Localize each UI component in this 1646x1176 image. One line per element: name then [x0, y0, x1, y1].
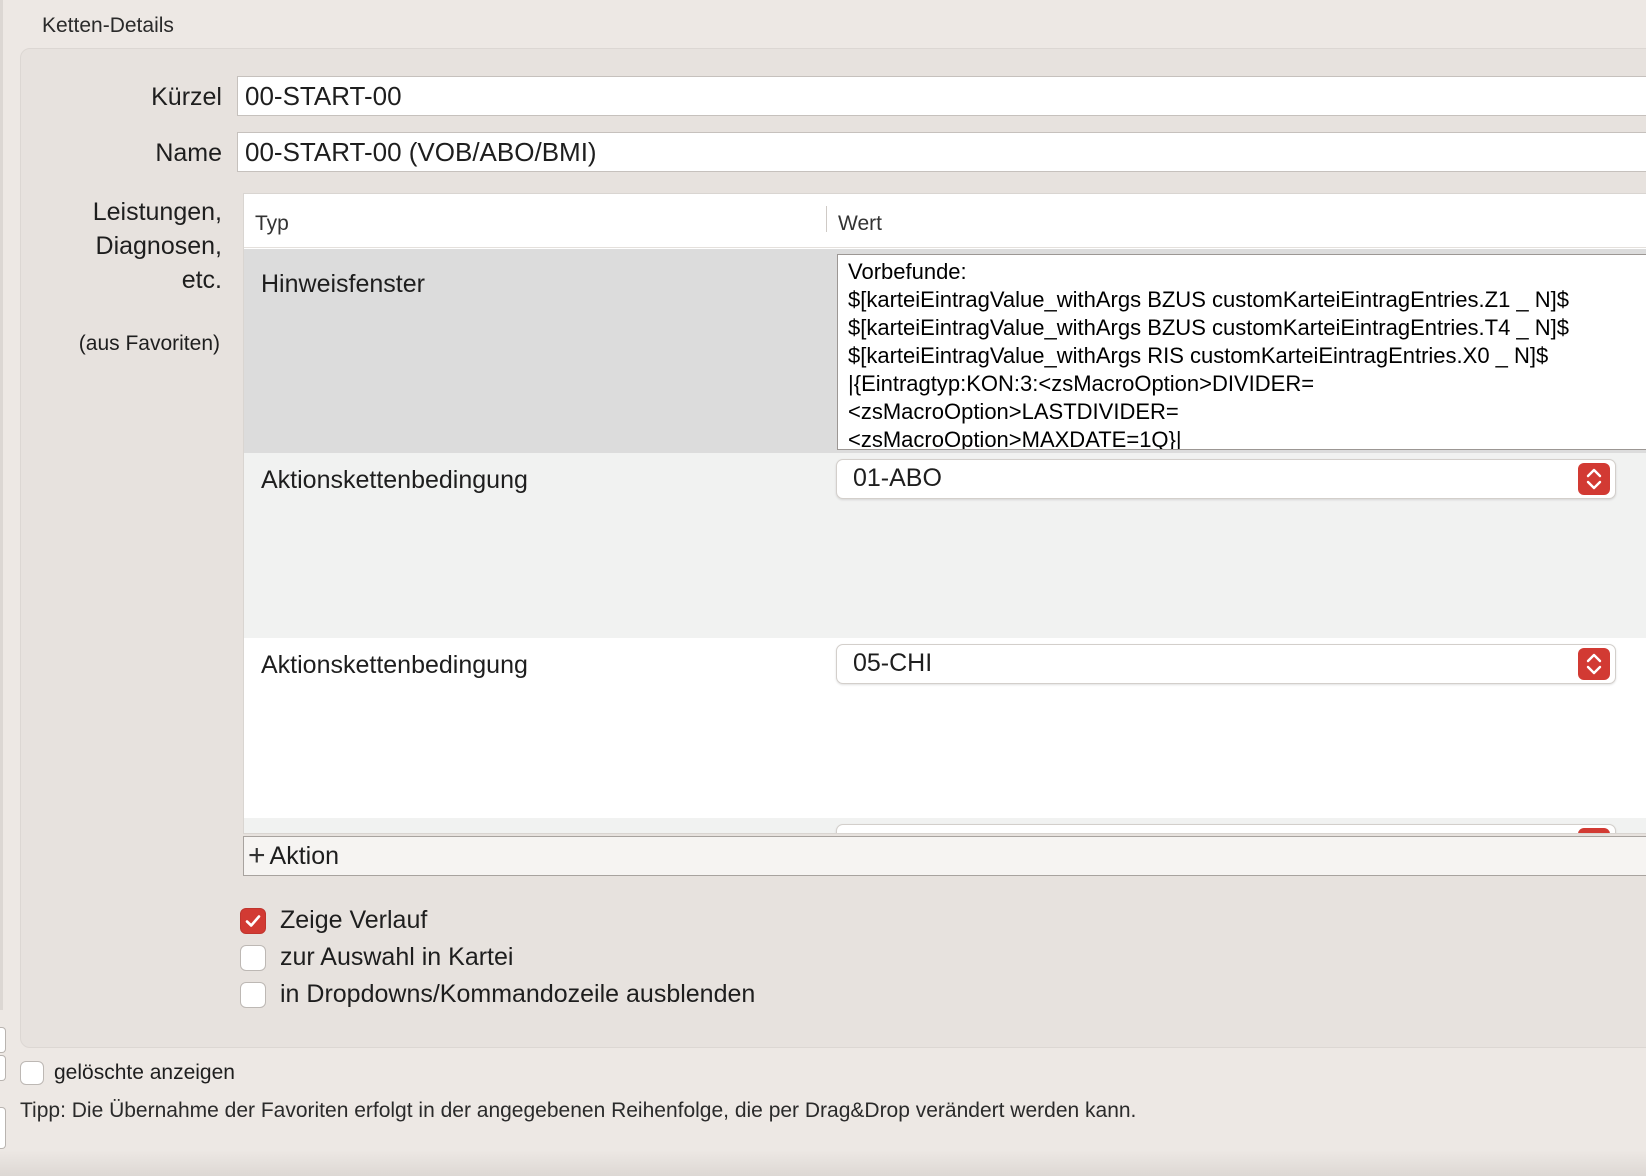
popup-value: 05-CHI — [853, 649, 933, 677]
row-type-label: Hinweisfenster — [261, 270, 425, 298]
condition-popup[interactable]: 05-CHI — [836, 644, 1616, 684]
condition-popup[interactable]: 01-ABO — [836, 459, 1616, 499]
checkbox-show-history[interactable]: Zeige Verlauf — [240, 906, 427, 935]
left-window-edge — [0, 0, 3, 1010]
table-row[interactable]: Aktionskettenbedingung 01-ABO — [244, 453, 1646, 638]
left-edge-control — [0, 1027, 6, 1053]
name-field[interactable]: 00-START-00 (VOB/ABO/BMI) — [237, 132, 1646, 172]
updown-chevron-icon[interactable] — [1578, 463, 1610, 495]
popup-value: 01-ABO — [853, 464, 942, 492]
text-line: <zsMacroOption>MAXDATE=1Q}| — [848, 427, 1182, 450]
table-row[interactable]: Aktionskettenbedingung 05-CHI — [244, 638, 1646, 818]
hint-text-editor[interactable]: Vorbefunde: $[karteiEintragValue_withArg… — [837, 254, 1646, 450]
column-header-type[interactable]: Typ — [255, 212, 289, 236]
row-type-label: Aktionskettenbedingung — [261, 651, 528, 679]
plus-icon: + — [248, 839, 266, 872]
checkbox-hide-in-dropdowns[interactable]: in Dropdowns/Kommandozeile ausblenden — [240, 980, 755, 1009]
checkbox[interactable] — [240, 944, 266, 971]
text-line: $[karteiEintragValue_withArgs RIS custom… — [848, 343, 1549, 368]
updown-chevron-icon[interactable] — [1578, 648, 1610, 680]
group-title: Ketten-Details — [42, 14, 174, 37]
row-type-label: Aktionskettenbedingung — [261, 466, 528, 494]
left-edge-control — [0, 1055, 6, 1081]
checkbox[interactable] — [240, 981, 266, 1008]
checkmark-icon — [245, 914, 261, 927]
checkbox-label: Zeige Verlauf — [280, 906, 428, 934]
checkbox-show-deleted[interactable]: gelöschte anzeigen — [20, 1061, 235, 1085]
column-header-value[interactable]: Wert — [838, 212, 882, 236]
checkbox-select-in-kartei[interactable]: zur Auswahl in Kartei — [240, 943, 513, 972]
checkbox-label: gelöschte anzeigen — [54, 1061, 235, 1084]
updown-chevron-icon[interactable] — [1578, 828, 1610, 833]
column-divider — [826, 206, 827, 232]
tip-text: Tipp: Die Übernahme der Favoriten erfolg… — [20, 1099, 1137, 1122]
header-separator — [244, 247, 1646, 248]
text-line: <zsMacroOption>LASTDIVIDER= — [848, 399, 1179, 424]
bottom-shadow — [0, 1150, 1646, 1176]
actions-table: Typ Wert Hinweisfenster Vorbefunde: $[ka… — [243, 193, 1646, 834]
table-row[interactable]: Hinweisfenster Vorbefunde: $[karteiEintr… — [244, 249, 1646, 453]
services-note: (aus Favoriten) — [78, 332, 220, 355]
text-line: $[karteiEintragValue_withArgs BZUS custo… — [848, 315, 1570, 340]
kuerzel-field[interactable]: 00-START-00 — [237, 76, 1646, 116]
text-line: Vorbefunde: — [848, 259, 967, 284]
services-label-line: etc. — [181, 266, 222, 294]
checkbox[interactable] — [240, 907, 266, 934]
left-edge-control — [0, 1107, 6, 1149]
kuerzel-label: Kürzel — [151, 83, 222, 111]
services-label-line: Diagnosen, — [95, 232, 222, 260]
checkbox-label: zur Auswahl in Kartei — [280, 943, 514, 971]
condition-popup[interactable] — [836, 824, 1616, 833]
checkbox-label: in Dropdowns/Kommandozeile ausblenden — [280, 980, 756, 1008]
checkbox[interactable] — [20, 1061, 44, 1085]
text-line: $[karteiEintragValue_withArgs BZUS custo… — [848, 287, 1570, 312]
services-label: Leistungen, Diagnosen, etc. — [40, 195, 222, 297]
services-label-line: Leistungen, — [92, 198, 222, 226]
add-action-label: Aktion — [269, 841, 340, 870]
table-row[interactable] — [244, 818, 1646, 833]
text-line: |{Eintragtyp:KON:3:<zsMacroOption>DIVIDE… — [848, 371, 1315, 396]
name-label: Name — [155, 139, 222, 167]
add-action-button[interactable]: + Aktion — [248, 839, 339, 873]
add-action-bar: + Aktion — [243, 836, 1646, 876]
